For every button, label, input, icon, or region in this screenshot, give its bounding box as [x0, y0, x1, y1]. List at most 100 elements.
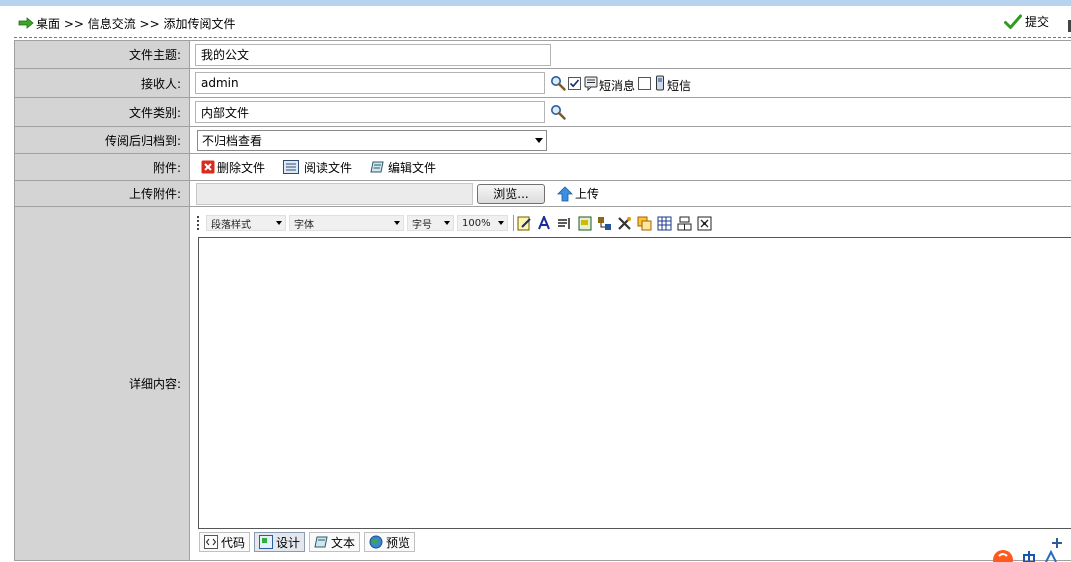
subject-input[interactable]: 我的公文	[195, 43, 551, 66]
editor-mode-tabs: 代码 设计 文本 预览	[199, 532, 419, 554]
upload-row: 上传附件: 浏览... 上传	[14, 180, 1071, 206]
insert-table-button[interactable]	[657, 216, 672, 231]
font-family-value: 字体	[294, 219, 314, 231]
content-label: 详细内容:	[14, 207, 190, 560]
delete-icon	[201, 160, 215, 174]
fullscreen-button[interactable]	[697, 216, 712, 231]
subject-row: 文件主题: 我的公文	[14, 40, 1071, 68]
insert-object-button[interactable]	[597, 216, 612, 231]
header-bar: 桌面 >> 信息交流 >> 添加传阅文件 提交	[0, 6, 1071, 37]
edit-icon	[370, 161, 384, 173]
arrow-right-icon	[18, 17, 34, 29]
toolbar-separator	[513, 215, 514, 231]
upload-label: 上传附件:	[14, 181, 190, 206]
globe-icon	[369, 535, 383, 549]
attachment-row: 附件: 删除文件 阅读文件 编辑文件	[14, 153, 1071, 180]
rich-text-editor: 段落样式 字体 字号 100% 代码 设计 文本 预览	[191, 207, 1071, 560]
layer-icon	[637, 216, 652, 230]
paragraph-style-select[interactable]: 段落样式	[206, 215, 286, 231]
insert-layer-button[interactable]	[637, 216, 652, 231]
design-icon	[259, 535, 274, 549]
message-icon	[584, 76, 598, 91]
font-color-button[interactable]	[537, 215, 552, 231]
edit-file-button[interactable]: 编辑文件	[370, 159, 436, 176]
subject-label: 文件主题:	[14, 41, 190, 68]
archive-select-value: 不归档查看	[202, 133, 263, 148]
table-icon	[657, 216, 672, 230]
category-input[interactable]: 内部文件	[195, 101, 545, 123]
highlight-tool-button[interactable]	[517, 216, 532, 231]
chevron-down-icon	[276, 221, 282, 225]
mobile-phone-icon	[656, 75, 665, 91]
text-message-checkbox[interactable]	[638, 76, 652, 90]
browse-button[interactable]: 浏览...	[477, 183, 545, 204]
zoom-select[interactable]: 100%	[457, 215, 508, 231]
chevron-down-icon	[394, 221, 400, 225]
editor-toolbar: 段落样式 字体 字号 100%	[197, 213, 717, 233]
paragraph-button[interactable]	[557, 216, 572, 231]
recipient-row: 接收人: admin 短消息 短信	[14, 68, 1071, 97]
code-icon	[204, 535, 218, 549]
text-message-label: 短信	[667, 78, 692, 93]
object-icon	[598, 216, 611, 230]
header-divider	[14, 37, 1071, 38]
zoom-value: 100%	[462, 217, 491, 229]
upload-arrow-icon	[557, 185, 573, 201]
tools-button[interactable]	[617, 216, 632, 231]
upload-button[interactable]: 上传	[557, 185, 599, 202]
recipient-label: 接收人:	[14, 69, 190, 97]
file-path-input[interactable]	[196, 182, 473, 205]
tab-preview[interactable]: 预览	[364, 532, 416, 552]
insert-row-button[interactable]	[677, 216, 692, 231]
edit-file-label: 编辑文件	[388, 160, 437, 175]
font-size-select[interactable]: 字号	[407, 215, 454, 231]
archive-select[interactable]: 不归档查看	[197, 129, 547, 151]
read-file-button[interactable]: 阅读文件	[283, 159, 352, 176]
font-size-value: 字号	[412, 219, 432, 231]
tab-design-label: 设计	[276, 535, 301, 550]
image-icon	[578, 216, 592, 230]
submit-label: 提交	[1025, 15, 1050, 29]
input-method-icon[interactable]	[992, 546, 1071, 562]
recipient-input[interactable]: admin	[195, 72, 545, 94]
archive-label: 传阅后归档到:	[14, 127, 190, 153]
font-family-select[interactable]: 字体	[289, 215, 404, 231]
document-icon	[283, 160, 300, 174]
insert-image-button[interactable]	[577, 216, 592, 231]
search-icon[interactable]	[550, 104, 566, 120]
sms-checkbox[interactable]	[568, 76, 581, 90]
category-row: 文件类别: 内部文件	[14, 97, 1071, 126]
checkmark-icon	[1004, 14, 1022, 29]
chevron-down-icon	[535, 137, 543, 143]
content-row: 详细内容: 段落样式 字体 字号 100% 代码 设计 文本 预览	[14, 206, 1071, 560]
editor-canvas[interactable]	[198, 237, 1071, 529]
tools-icon	[618, 216, 631, 230]
text-icon	[314, 536, 328, 548]
search-icon[interactable]	[550, 75, 566, 91]
highlight-icon	[517, 216, 531, 230]
sms-label: 短消息	[599, 78, 636, 93]
tab-code-label: 代码	[221, 535, 246, 550]
delete-file-label: 删除文件	[217, 160, 266, 175]
font-color-icon	[538, 215, 550, 229]
insert-row-icon	[677, 216, 692, 230]
paragraph-style-value: 段落样式	[211, 219, 251, 231]
upload-label-text: 上传	[575, 187, 600, 201]
submit-button[interactable]: 提交	[1004, 13, 1049, 30]
breadcrumb-text[interactable]: 桌面 >> 信息交流 >> 添加传阅文件	[36, 15, 235, 32]
tab-code[interactable]: 代码	[199, 532, 251, 552]
tab-preview-label: 预览	[386, 535, 411, 550]
checkmark-icon	[569, 78, 580, 87]
form-bottom-border	[14, 560, 1071, 561]
archive-row: 传阅后归档到: 不归档查看	[14, 126, 1071, 153]
toolbar-grip[interactable]	[197, 216, 200, 230]
category-label: 文件类别:	[14, 98, 190, 126]
paragraph-icon	[558, 217, 570, 229]
tab-design[interactable]: 设计	[254, 532, 306, 552]
delete-file-button[interactable]: 删除文件	[201, 159, 265, 176]
fullscreen-icon	[697, 216, 712, 230]
tab-text[interactable]: 文本	[309, 532, 361, 552]
chevron-down-icon	[444, 221, 450, 225]
chevron-down-icon	[498, 221, 504, 225]
attachment-label: 附件:	[14, 154, 190, 180]
